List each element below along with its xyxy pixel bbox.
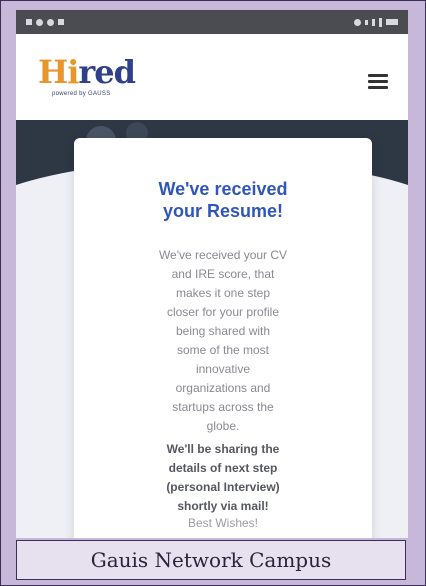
- body-line: startups across the: [172, 400, 274, 414]
- next-step-note: We'll be sharing the details of next ste…: [74, 440, 372, 516]
- message-icon: [58, 19, 64, 25]
- wifi-icon: [354, 18, 361, 26]
- app-header: Hired powered by GAUSS: [16, 34, 408, 120]
- status-bar: [16, 10, 408, 34]
- caption-bar: Gauis Network Campus: [16, 540, 406, 580]
- notification-icon: [26, 19, 32, 25]
- card-body: We've received your CV and IRE score, th…: [74, 246, 372, 436]
- body-line: We've received your CV: [158, 248, 288, 262]
- note-line: shortly via mail!: [177, 499, 269, 513]
- body-line: innovative: [195, 362, 251, 376]
- logo-part1: Hi: [38, 53, 79, 91]
- sign-off: Best Wishes!: [187, 516, 259, 530]
- battery-icon: [386, 19, 398, 25]
- phone-screenshot: Hired powered by GAUSS We've received yo…: [16, 10, 408, 538]
- note-line: We'll be sharing the: [166, 442, 280, 456]
- body-line: being shared with: [175, 324, 271, 338]
- note-line: (personal Interview): [166, 480, 280, 494]
- body-line: makes it one step: [175, 286, 271, 300]
- hamburger-menu-icon[interactable]: [368, 74, 388, 89]
- card-title: We've received your Resume!: [74, 178, 372, 222]
- status-right-icons: [354, 17, 398, 27]
- card-title-line-1: We've received: [158, 179, 288, 199]
- status-left-icons: [26, 18, 64, 26]
- logo-part2: red: [78, 53, 136, 91]
- caption-text: Gauis Network Campus: [90, 548, 332, 572]
- body-line: organizations and: [175, 381, 271, 395]
- resume-confirmation-card: We've received your Resume! We've receiv…: [74, 138, 372, 538]
- signal-icon: [365, 19, 368, 25]
- logo-tagline: powered by GAUSS: [52, 91, 111, 97]
- card-title-line-2: your Resume!: [162, 201, 284, 221]
- app-icon: [47, 18, 54, 26]
- settings-icon: [36, 18, 43, 26]
- signal-icon-3: [379, 17, 382, 27]
- body-line: and IRE score, that: [171, 267, 275, 281]
- body-line: some of the most: [176, 343, 270, 357]
- body-line: globe.: [206, 419, 240, 433]
- hipred-logo[interactable]: Hired: [38, 53, 136, 91]
- body-line: closer for your profile: [166, 305, 280, 319]
- note-line: details of next step: [168, 461, 278, 475]
- signal-icon-2: [372, 18, 375, 26]
